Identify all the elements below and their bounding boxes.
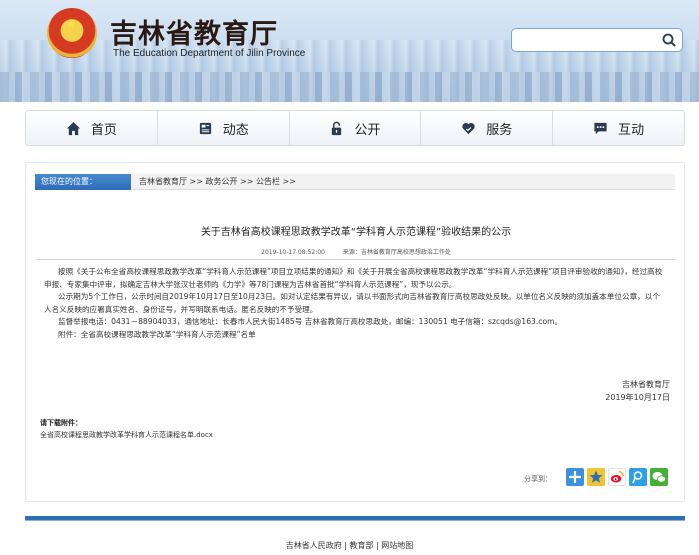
article-paragraph: 按照《关于公布全省高校课程思政教学改革“学科育人示范课程”项目立项结果的通知》和…: [44, 267, 663, 289]
article-source: 来源：吉林省教育厅高校思想政治工作处: [342, 249, 451, 256]
chat-icon: [594, 122, 607, 134]
signature-date: 2019年10月17日: [605, 393, 670, 402]
download-file-link[interactable]: 全省高校课程思政教学改革学科育人示范课程名单.docx: [40, 430, 213, 440]
nav-label: 首页: [90, 122, 117, 138]
nav-label: 公开: [354, 122, 381, 138]
home-icon: [66, 121, 80, 135]
divider: [36, 259, 676, 260]
article-meta: 2019-10-17 08:52:00 来源：吉林省教育厅高校思想政治工作处: [26, 247, 686, 256]
news-icon: [199, 122, 211, 134]
article-paragraph: 监督举报电话：0431－88904033，通信地址：长春市人民大街1485号 吉…: [58, 317, 563, 326]
site-title[interactable]: 吉林省教育厅: [110, 12, 278, 51]
article-datetime: 2019-10-17 08:52:00: [261, 249, 325, 256]
breadcrumb-path[interactable]: 吉林省教育厅 >> 政务公开 >> 公告栏 >>: [139, 174, 296, 190]
breadcrumb-label: 您现在的位置：: [35, 174, 131, 190]
lock-icon: [332, 121, 342, 135]
content-panel: 您现在的位置： 吉林省教育厅 >> 政务公开 >> 公告栏 >> 关于吉林省高校…: [25, 162, 685, 502]
nav-item-service[interactable]: 服务: [421, 111, 554, 145]
site-subtitle: The Education Department of Jilin Provin…: [113, 48, 306, 59]
national-emblem-icon: ★: [47, 8, 97, 58]
search-icon[interactable]: [661, 32, 677, 48]
nav-item-news[interactable]: 动态: [158, 111, 290, 145]
share-label: 分享到：: [524, 475, 552, 483]
nav-label: 动态: [222, 122, 249, 138]
tencent-weibo-icon[interactable]: [629, 468, 647, 486]
search-input[interactable]: [520, 33, 660, 48]
article-title: 关于吉林省高校课程思政教学改革“学科育人示范课程”验收结果的公示: [200, 227, 512, 238]
footer-divider: [25, 520, 685, 521]
nav-item-home[interactable]: 首页: [26, 111, 158, 145]
article-attachment-note: 附件：全省高校课程思政教学改革“学科育人示范课程”名单: [58, 329, 256, 339]
wechat-icon[interactable]: [650, 468, 668, 486]
download-label: 请下载附件：: [40, 419, 82, 427]
weibo-icon[interactable]: [608, 468, 626, 486]
nav-item-interact[interactable]: 互动: [553, 111, 684, 145]
qzone-icon[interactable]: [566, 468, 584, 486]
search-box: [511, 28, 683, 52]
site-header: ★ 吉林省教育厅 The Education Department of Jil…: [0, 0, 699, 102]
heart-hand-icon: [462, 122, 475, 134]
breadcrumb: 您现在的位置： 吉林省教育厅 >> 政务公开 >> 公告栏 >>: [35, 174, 675, 190]
article-body: 按照《关于公布全省高校课程思政教学改革“学科育人示范课程”项目立项结果的通知》和…: [44, 266, 664, 341]
main-nav: 首页 动态 公开 服务 互动: [25, 110, 685, 146]
header-banner-skyline: [0, 72, 699, 102]
footer-links[interactable]: 吉林省人民政府 | 教育部 | 网站地图: [0, 540, 699, 551]
signature-org: 吉林省教育厅: [622, 380, 670, 389]
nav-label: 服务: [486, 122, 513, 138]
article-paragraph: 公示期为5个工作日，公示时间自2019年10月17日至10月23日。如对认定结果…: [44, 292, 660, 314]
favorite-star-icon[interactable]: [587, 468, 605, 486]
nav-item-open[interactable]: 公开: [290, 111, 422, 145]
nav-label: 互动: [618, 122, 645, 138]
